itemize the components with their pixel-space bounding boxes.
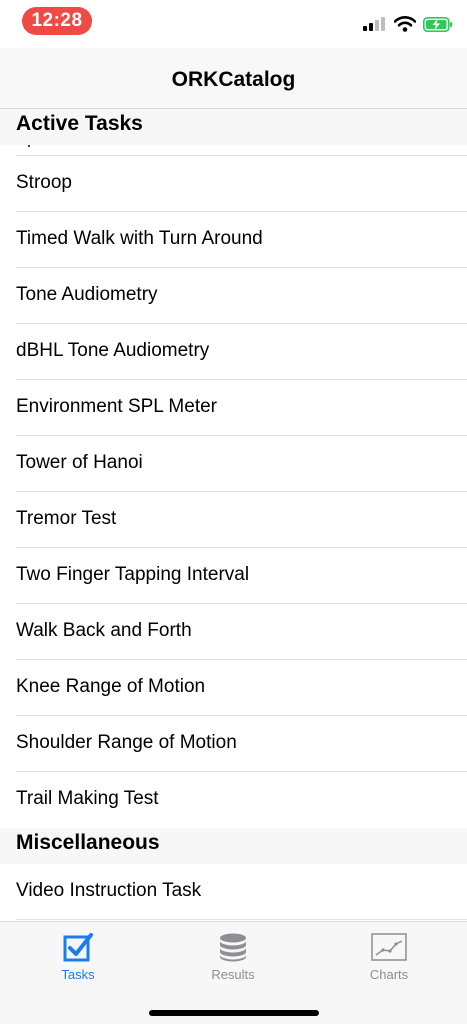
section-header-active-tasks: Active Tasks — [0, 109, 467, 145]
battery-charging-icon — [423, 16, 453, 32]
tab-label: Results — [211, 967, 255, 982]
navigation-bar: ORKCatalog — [0, 48, 467, 109]
checkbox-icon — [63, 933, 93, 962]
list-item-two-finger-tapping-interval[interactable]: Two Finger Tapping Interval — [0, 548, 467, 604]
database-icon — [220, 933, 246, 962]
status-bar: 12:28 — [0, 0, 467, 48]
home-indicator[interactable] — [149, 1010, 319, 1016]
line-chart-icon — [371, 933, 407, 961]
status-time: 12:28 — [22, 7, 92, 35]
list-item-label: Tremor Test — [16, 508, 117, 529]
list-item-dbhl-tone-audiometry[interactable]: dBHL Tone Audiometry — [0, 324, 467, 380]
list-item-environment-spl-meter[interactable]: Environment SPL Meter — [0, 380, 467, 436]
list-item-trail-making-test[interactable]: Trail Making Test — [0, 772, 467, 828]
status-icons — [363, 14, 453, 34]
list-item-label: Walk Back and Forth — [16, 620, 192, 641]
list-item-label: Timed Walk with Turn Around — [16, 228, 263, 249]
list-item-video-instruction-task[interactable]: Video Instruction Task — [0, 864, 467, 920]
tab-label: Tasks — [61, 967, 95, 982]
list-item-label: dBHL Tone Audiometry — [16, 340, 210, 361]
wifi-icon — [394, 16, 416, 32]
list-item-shoulder-range-of-motion[interactable]: Shoulder Range of Motion — [0, 716, 467, 772]
list-item-knee-range-of-motion[interactable]: Knee Range of Motion — [0, 660, 467, 716]
list-item-partial[interactable] — [16, 145, 467, 156]
list-item-label: Knee Range of Motion — [16, 676, 206, 697]
tab-label: Charts — [369, 967, 409, 982]
tab-charts[interactable]: Charts — [311, 922, 467, 988]
list-item-timed-walk-turn-around[interactable]: Timed Walk with Turn Around — [0, 212, 467, 268]
cellular-signal-icon — [363, 17, 385, 31]
list-item-tone-audiometry[interactable]: Tone Audiometry — [0, 268, 467, 324]
section-header-miscellaneous: Miscellaneous — [0, 828, 467, 864]
list-item-label: Two Finger Tapping Interval — [16, 564, 250, 585]
tab-tasks[interactable]: Tasks — [0, 922, 156, 988]
list-item-label: Trail Making Test — [16, 788, 159, 809]
list-item-label: Video Instruction Task — [16, 880, 202, 901]
list-item-label: Stroop — [16, 172, 72, 193]
list-item-label: Tower of Hanoi — [16, 452, 143, 473]
page-title: ORKCatalog — [171, 68, 296, 91]
list-item-tremor-test[interactable]: Tremor Test — [0, 492, 467, 548]
list-item-walk-back-and-forth[interactable]: Walk Back and Forth — [0, 604, 467, 660]
list-item-tower-of-hanoi[interactable]: Tower of Hanoi — [0, 436, 467, 492]
list-item-label: Environment SPL Meter — [16, 396, 217, 417]
tab-results[interactable]: Results — [155, 922, 311, 988]
task-list[interactable]: Active Tasks Stroop Timed Walk with Turn… — [0, 109, 467, 921]
list-item-label: Shoulder Range of Motion — [16, 732, 237, 753]
list-item-label: Tone Audiometry — [16, 284, 158, 305]
list-item-stroop[interactable]: Stroop — [0, 156, 467, 212]
tab-bar: Tasks Results Charts — [0, 921, 467, 1024]
